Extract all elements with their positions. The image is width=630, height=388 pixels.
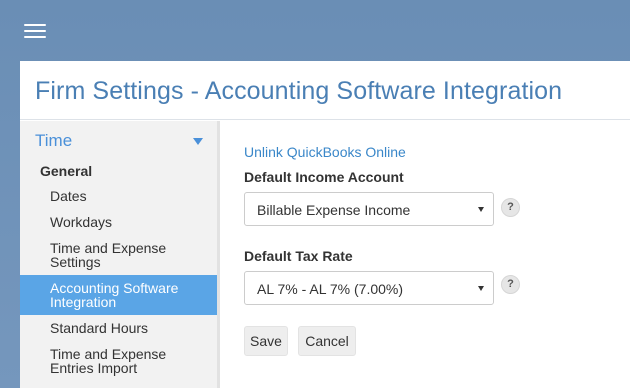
panel-header: Firm Settings - Accounting Software Inte… xyxy=(20,61,630,120)
income-account-label: Default Income Account xyxy=(244,169,404,185)
income-account-select[interactable]: Billable Expense Income xyxy=(244,192,494,226)
tax-rate-value: AL 7% - AL 7% (7.00%) xyxy=(257,281,404,297)
caret-down-icon xyxy=(478,207,484,212)
sidebar-item-dates[interactable]: Dates xyxy=(20,183,217,209)
tax-rate-select[interactable]: AL 7% - AL 7% (7.00%) xyxy=(244,271,494,305)
cancel-button[interactable]: Cancel xyxy=(298,326,356,356)
tax-rate-label: Default Tax Rate xyxy=(244,248,353,264)
sidebar-item-workdays[interactable]: Workdays xyxy=(20,209,217,235)
sidebar-section-time[interactable]: Time xyxy=(20,121,217,158)
sidebar-item-time-expense-settings[interactable]: Time and Expense Settings xyxy=(20,235,217,275)
caret-down-icon xyxy=(478,286,484,291)
sidebar-item-entries-import[interactable]: Time and Expense Entries Import xyxy=(20,341,217,381)
sidebar-item-standard-hours[interactable]: Standard Hours xyxy=(20,315,217,341)
sidebar: Time General Dates Workdays Time and Exp… xyxy=(20,121,220,388)
sidebar-section-label: Time xyxy=(35,131,73,150)
save-button[interactable]: Save xyxy=(244,326,288,356)
help-icon[interactable]: ? xyxy=(501,198,520,217)
sidebar-group-general: General xyxy=(40,163,93,179)
hamburger-icon[interactable] xyxy=(24,24,46,38)
settings-panel: Firm Settings - Accounting Software Inte… xyxy=(20,61,630,388)
chevron-down-icon xyxy=(193,138,203,145)
page-title: Firm Settings - Accounting Software Inte… xyxy=(35,77,563,105)
sidebar-item-accounting-integration[interactable]: Accounting Software Integration xyxy=(20,275,217,315)
income-account-value: Billable Expense Income xyxy=(257,202,411,218)
help-icon[interactable]: ? xyxy=(501,275,520,294)
unlink-quickbooks-link[interactable]: Unlink QuickBooks Online xyxy=(244,144,406,160)
